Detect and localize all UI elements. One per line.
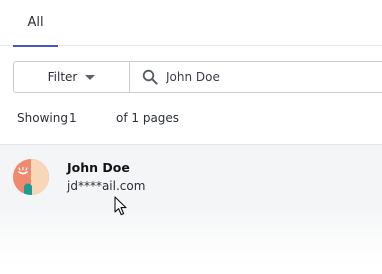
active-tab-indicator xyxy=(13,45,58,47)
current-page-value[interactable]: 1 xyxy=(69,111,77,125)
list-item[interactable]: John Doe jd****ail.com xyxy=(0,145,382,212)
filter-button-label: Filter xyxy=(47,70,78,84)
contact-email: jd****ail.com xyxy=(67,179,146,193)
abstract-face-avatar-icon xyxy=(13,159,49,195)
tab-all[interactable]: All xyxy=(13,0,58,47)
caret-down-icon xyxy=(85,75,96,80)
tab-bar: All xyxy=(0,0,382,47)
pagination-total: of 1 pages xyxy=(116,111,180,125)
search-input[interactable] xyxy=(166,62,376,92)
search-icon xyxy=(142,69,158,85)
contact-name: John Doe xyxy=(67,160,130,175)
list-background xyxy=(0,212,382,274)
avatar xyxy=(13,159,49,195)
search-box[interactable] xyxy=(129,61,382,93)
tab-all-label: All xyxy=(27,15,44,30)
filter-button[interactable]: Filter xyxy=(13,61,130,93)
pagination-label: Showing xyxy=(17,111,68,125)
